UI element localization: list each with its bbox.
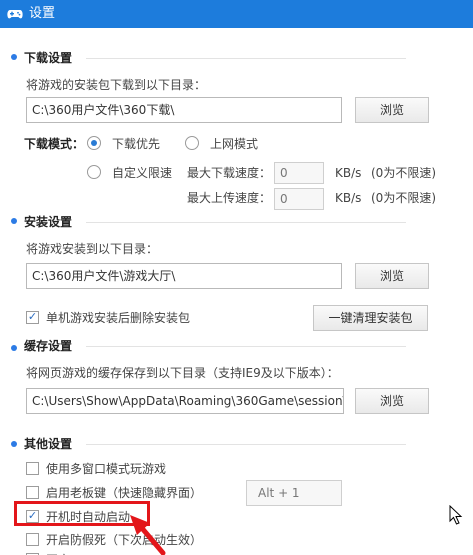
mode-browse-radio[interactable]: [185, 136, 199, 150]
download-dir-label: 将游戏的安装包下载到以下目录：: [26, 78, 207, 92]
install-browse-button[interactable]: 浏览: [355, 263, 429, 289]
mode-browse-label: 上网模式: [210, 137, 259, 151]
upload-unlimited-hint: (0为不限速): [371, 191, 436, 205]
install-dir-label: 将游戏安装到以下目录：: [26, 242, 159, 256]
max-download-speed-label: 最大下载速度：: [187, 166, 272, 180]
boss-key-hotkey-field[interactable]: Alt + 1: [246, 480, 342, 506]
section-bullet: [11, 345, 17, 351]
max-upload-speed-field[interactable]: 0: [274, 188, 324, 210]
mode-download-first-radio[interactable]: [87, 136, 101, 150]
window-title: 设置: [29, 6, 56, 21]
divider: [86, 444, 406, 445]
install-dir-field[interactable]: C:\360用户文件\游戏大厅\: [26, 263, 342, 289]
download-dir-field[interactable]: C:\360用户文件\360下载\: [26, 97, 342, 123]
delete-package-label: 单机游戏安装后删除安装包: [46, 311, 191, 325]
cache-browse-button[interactable]: 浏览: [355, 388, 429, 414]
upload-speed-unit: KB/s: [335, 191, 362, 205]
cache-section-title: 缓存设置: [24, 339, 73, 353]
max-download-speed-field[interactable]: 0: [274, 162, 324, 184]
anti-freeze-checkbox[interactable]: [26, 533, 39, 546]
multi-window-label: 使用多窗口模式玩游戏: [46, 462, 167, 476]
cache-dir-label: 将网页游戏的缓存保存到以下目录（支持IE9及以下版本）：: [26, 366, 339, 380]
title-bar[interactable]: 设置: [0, 0, 473, 28]
divider: [86, 58, 406, 59]
boss-key-label: 启用老板键（快速隐藏界面）: [46, 486, 203, 500]
download-unlimited-hint: (0为不限速): [371, 166, 436, 180]
other-section-title: 其他设置: [24, 437, 73, 451]
delete-package-checkbox[interactable]: ✓: [26, 311, 39, 324]
mode-custom-limit-label: 自定义限速: [112, 166, 173, 180]
divider: [86, 346, 406, 347]
section-bullet: [11, 218, 17, 224]
max-upload-speed-label: 最大上传速度：: [187, 191, 272, 205]
mouse-pointer-icon: [449, 505, 463, 525]
section-bullet: [11, 441, 17, 447]
install-section-title: 安装设置: [24, 215, 73, 229]
mode-custom-limit-radio[interactable]: [87, 165, 101, 179]
cache-dir-field[interactable]: C:\Users\Show\AppData\Roaming\360Game\se…: [26, 388, 344, 414]
section-bullet: [11, 54, 17, 60]
boss-key-checkbox[interactable]: [26, 486, 39, 499]
download-browse-button[interactable]: 浏览: [355, 97, 429, 123]
divider: [86, 222, 406, 223]
multi-window-checkbox[interactable]: [26, 462, 39, 475]
anti-freeze-label: 开启防假死（下次启动生效）: [46, 533, 203, 547]
clean-packages-button[interactable]: 一键清理安装包: [313, 305, 428, 331]
mode-download-first-label: 下载优先: [112, 137, 161, 151]
download-section-title: 下载设置: [24, 51, 73, 65]
download-speed-unit: KB/s: [335, 166, 362, 180]
red-arrow-icon: [130, 515, 166, 555]
gamepad-icon: [7, 10, 23, 19]
download-mode-label: 下载模式：: [24, 137, 85, 151]
